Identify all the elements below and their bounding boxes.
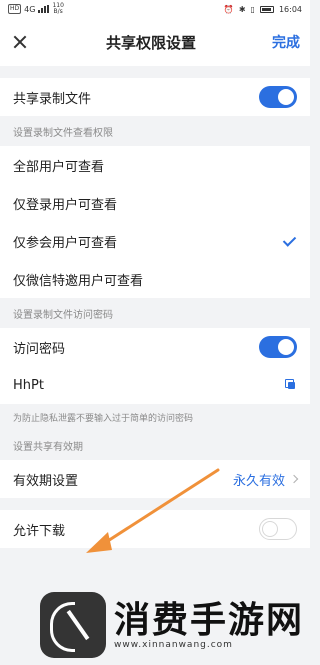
access-password-toggle[interactable] [259, 336, 297, 358]
watermark: 消费手游网 www.xinnanwang.com [40, 592, 304, 658]
clock: 16:04 [278, 4, 302, 14]
chevron-right-icon [289, 474, 299, 484]
validity-header: 设置共享有效期 [13, 441, 83, 453]
toggle-knob [278, 339, 294, 355]
toggle-knob [278, 89, 294, 105]
page-title: 共享权限设置 [105, 33, 196, 52]
download-row: 允许下载 [0, 510, 310, 548]
alarm-icon: ⏰ [223, 4, 234, 14]
password-value[interactable]: HhPt [13, 378, 44, 393]
permission-option-logged-in[interactable]: 仅登录用户可查看 [0, 184, 310, 222]
toggle-knob [262, 521, 278, 537]
watermark-text: 消费手游网 www.xinnanwang.com [114, 600, 304, 650]
status-bar: HD 4G 110 B/s ⏰ ✱ ▯ 16:04 [0, 0, 310, 18]
share-recording-row: 共享录制文件 [0, 78, 310, 116]
password-tip: 为防止隐私泄露不要输入过于简单的访问密码 [13, 413, 194, 424]
network-speed: 110 B/s [52, 2, 64, 15]
status-left: HD 4G 110 B/s [8, 3, 64, 15]
copy-icon[interactable] [285, 379, 297, 391]
share-recording-label: 共享录制文件 [13, 91, 92, 107]
download-label: 允许下载 [13, 523, 66, 539]
access-password-header: 设置录制文件访问密码 [13, 309, 113, 321]
bluetooth-icon: ✱ [238, 4, 246, 14]
validity-row[interactable]: 有效期设置 永久有效 [0, 460, 310, 498]
permission-option-all[interactable]: 全部用户可查看 [0, 146, 310, 184]
access-password-label: 访问密码 [13, 341, 66, 357]
done-button[interactable]: 完成 [272, 32, 300, 52]
permission-option-participants[interactable]: 仅参会用户可查看 [0, 222, 310, 260]
permission-option-wechat[interactable]: 仅微信特邀用户可查看 [0, 260, 310, 298]
watermark-logo-icon [40, 592, 106, 658]
watermark-url: www.xinnanwang.com [114, 640, 233, 650]
password-value-row: HhPt [0, 366, 310, 404]
validity-value-link[interactable]: 永久有效 [232, 470, 299, 489]
access-password-row: 访问密码 [0, 328, 310, 366]
network-label: 4G [24, 4, 36, 14]
close-icon[interactable] [10, 32, 30, 52]
download-toggle[interactable] [259, 518, 297, 540]
share-recording-toggle[interactable] [259, 86, 297, 108]
nav-bar: 共享权限设置 完成 [0, 18, 310, 66]
signal-icon [38, 5, 50, 13]
battery-icon [259, 5, 274, 13]
permission-option-label: 仅参会用户可查看 [13, 235, 118, 251]
hd-tag: HD [8, 4, 22, 14]
permission-option-label: 全部用户可查看 [13, 159, 105, 175]
status-right: ⏰ ✱ ▯ 16:04 [224, 5, 302, 14]
checkmark-icon [283, 234, 297, 248]
validity-label: 有效期设置 [13, 473, 79, 489]
permission-option-label: 仅登录用户可查看 [13, 197, 118, 213]
watermark-name: 消费手游网 [114, 599, 305, 641]
validity-value: 永久有效 [232, 473, 285, 489]
permission-option-label: 仅微信特邀用户可查看 [13, 273, 144, 289]
vibrate-icon: ▯ [250, 4, 255, 14]
view-permission-header: 设置录制文件查看权限 [13, 127, 113, 139]
